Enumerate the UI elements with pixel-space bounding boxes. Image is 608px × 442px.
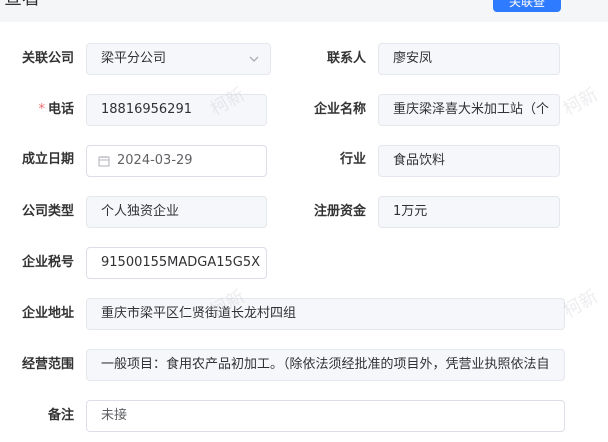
established-label: 成立日期 bbox=[21, 152, 74, 167]
industry-field[interactable]: 食品饮料 bbox=[378, 145, 560, 177]
page-title: 查看 bbox=[4, 0, 40, 11]
phone-field[interactable]: 18816956291 bbox=[86, 94, 267, 126]
industry-label: 行业 bbox=[339, 152, 366, 167]
established-value: 2024-03-29 bbox=[117, 153, 193, 168]
tax-id-label: 企业税号 bbox=[21, 255, 74, 270]
address-field[interactable]: 重庆市梁平区仁贤街道长龙村四组 bbox=[86, 298, 565, 330]
contact-label: 联系人 bbox=[326, 51, 366, 66]
enterprise-name-label: 企业名称 bbox=[313, 102, 366, 117]
company-value: 梁平分公司 bbox=[101, 51, 167, 66]
phone-label: * 电话 bbox=[38, 102, 74, 117]
company-type-field[interactable]: 个人独资企业 bbox=[86, 196, 267, 228]
chevron-down-icon bbox=[249, 56, 259, 62]
established-date-picker[interactable]: 2024-03-29 bbox=[86, 145, 267, 177]
calendar-icon bbox=[98, 156, 110, 167]
capital-field[interactable]: 1万元 bbox=[378, 196, 560, 228]
watermark: 柯新 bbox=[559, 84, 602, 121]
capital-label: 注册资金 bbox=[313, 204, 366, 219]
required-mark: * bbox=[38, 102, 45, 117]
page-header: 查看 关联查 bbox=[0, 0, 608, 22]
company-label: 关联公司 bbox=[21, 51, 74, 66]
scope-label: 经营范围 bbox=[21, 357, 74, 372]
company-type-label: 公司类型 bbox=[21, 204, 74, 219]
company-select[interactable]: 梁平分公司 bbox=[86, 43, 271, 75]
enterprise-name-field[interactable]: 重庆梁泽喜大米加工站（个 bbox=[378, 94, 560, 126]
remark-label: 备注 bbox=[47, 408, 74, 423]
primary-button[interactable]: 关联查 bbox=[493, 0, 561, 12]
address-label: 企业地址 bbox=[21, 306, 74, 321]
tax-id-field[interactable]: 91500155MADGA15G5X bbox=[86, 247, 267, 279]
remark-field[interactable]: 未接 bbox=[86, 400, 565, 432]
scope-field[interactable]: 一般项目：食用农产品初加工。（除依法须经批准的项目外，凭营业执照依法自 bbox=[86, 349, 565, 381]
contact-field[interactable]: 廖安凤 bbox=[378, 43, 560, 75]
